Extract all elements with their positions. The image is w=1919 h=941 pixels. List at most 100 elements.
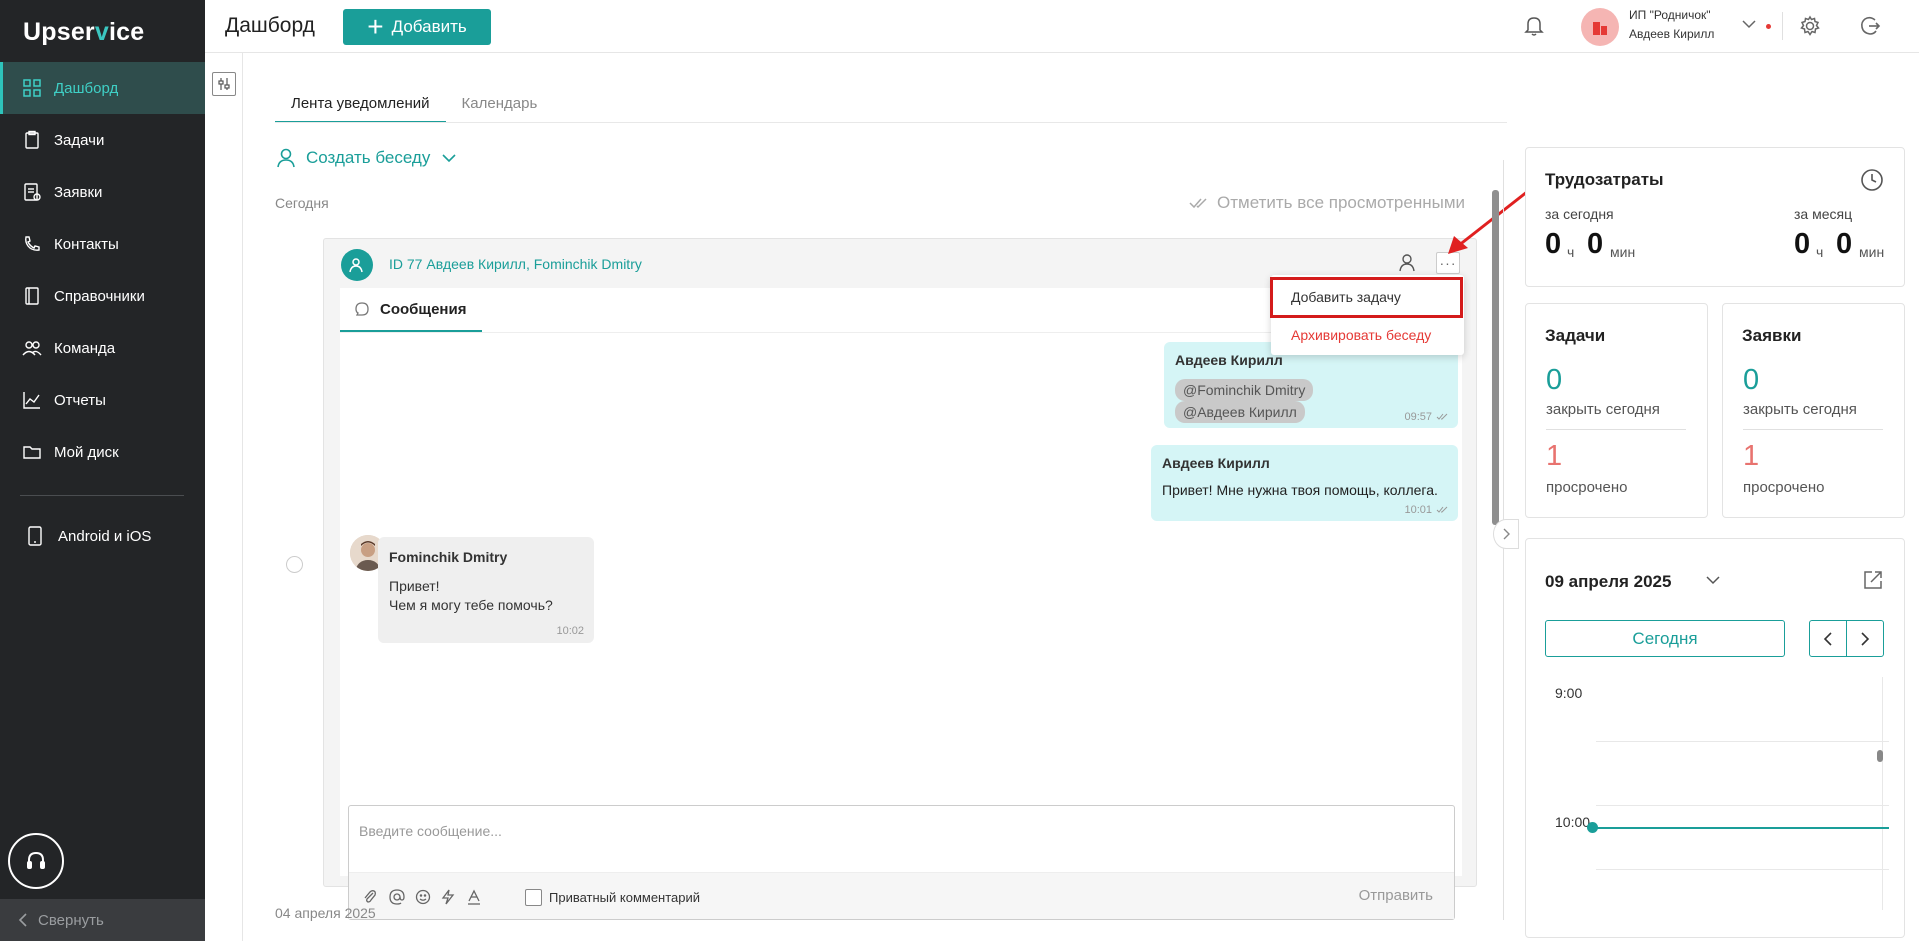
sidebar-item-my-disk[interactable]: Мой диск bbox=[0, 426, 205, 478]
building-icon bbox=[1593, 22, 1607, 35]
sidebar-item-label: Команда bbox=[54, 339, 116, 357]
person-icon bbox=[349, 258, 363, 273]
message-time: 09:57 bbox=[1404, 411, 1448, 423]
gear-icon[interactable] bbox=[1799, 15, 1821, 37]
tab-messages[interactable]: Сообщения bbox=[340, 288, 482, 332]
conversation-avatar bbox=[341, 249, 373, 281]
app-logo[interactable]: Upservice bbox=[23, 18, 144, 47]
message-time: 10:01 bbox=[1404, 504, 1448, 516]
collapse-label: Свернуть bbox=[38, 911, 104, 929]
create-conversation-button[interactable]: Создать беседу bbox=[276, 147, 464, 169]
sidebar-item-team[interactable]: Команда bbox=[0, 322, 205, 374]
feed-scrollbar[interactable] bbox=[1492, 190, 1499, 525]
collapse-sidebar-button[interactable]: Свернуть bbox=[0, 899, 205, 941]
chevron-left-icon bbox=[1823, 631, 1832, 646]
chevron-down-icon[interactable] bbox=[1742, 19, 1756, 29]
org-name: ИП "Родничок" bbox=[1629, 8, 1711, 22]
sidebar-item-dashboard[interactable]: Дашборд bbox=[0, 62, 205, 114]
message-text: Чем я могу тебе помочь? bbox=[389, 597, 553, 613]
message-text: Привет! Мне нужна твоя помощь, коллега. bbox=[1162, 482, 1438, 498]
date-group-label: 04 апреля 2025 bbox=[275, 905, 376, 921]
sidebar-item-label: Задачи bbox=[54, 131, 105, 149]
sidebar-item-mobile-apps[interactable]: Android и iOS bbox=[0, 510, 205, 562]
conversation-title[interactable]: ID 77 Авдеев Кирилл, Fominchik Dmitry bbox=[389, 256, 642, 272]
chevron-left-icon bbox=[18, 913, 27, 927]
at-sign-icon[interactable] bbox=[389, 889, 405, 905]
feed-tabs: Лента уведомлений Календарь bbox=[275, 92, 553, 123]
mention-chip[interactable]: @Fominchik Dmitry bbox=[1175, 379, 1314, 401]
message-outgoing[interactable]: Авдеев Кирилл Привет! Мне нужна твоя пом… bbox=[1151, 445, 1458, 521]
person-icon bbox=[277, 148, 295, 168]
requests-overdue-count[interactable]: 1 bbox=[1743, 440, 1759, 473]
messages-tab-label: Сообщения bbox=[380, 300, 467, 318]
calendar-nav bbox=[1809, 620, 1884, 657]
private-comment-checkbox[interactable] bbox=[525, 889, 542, 906]
clock-icon[interactable] bbox=[1860, 168, 1884, 192]
requests-close-today-count[interactable]: 0 bbox=[1743, 364, 1759, 397]
message-incoming[interactable]: Fominchik Dmitry Привет! Чем я могу тебе… bbox=[378, 537, 594, 643]
tasks-close-today-count[interactable]: 0 bbox=[1546, 364, 1562, 397]
dashboard-icon bbox=[23, 79, 41, 97]
minutes-unit: мин bbox=[1610, 244, 1636, 260]
calendar-date[interactable]: 09 апреля 2025 bbox=[1545, 572, 1671, 592]
calendar-today-button[interactable]: Сегодня bbox=[1545, 620, 1785, 657]
sidebar-item-reports[interactable]: Отчеты bbox=[0, 374, 205, 426]
mobile-icon bbox=[28, 526, 42, 546]
message-composer: Введите сообщение... Приватный комментар… bbox=[348, 805, 1455, 920]
sidebar-item-requests[interactable]: Заявки bbox=[0, 166, 205, 218]
hours-unit: ч bbox=[1567, 244, 1575, 260]
page-title: Дашборд bbox=[225, 14, 315, 37]
select-message-radio[interactable] bbox=[286, 556, 303, 573]
user-name: Авдеев Кирилл bbox=[1629, 27, 1715, 41]
paperclip-icon[interactable] bbox=[363, 889, 377, 905]
right-panel-toggle[interactable] bbox=[1493, 519, 1519, 549]
tab-notifications[interactable]: Лента уведомлений bbox=[275, 92, 446, 123]
team-icon bbox=[22, 341, 42, 356]
sidebar-item-directories[interactable]: Справочники bbox=[0, 270, 205, 322]
bell-icon[interactable] bbox=[1524, 15, 1544, 37]
tasks-overdue-count[interactable]: 1 bbox=[1546, 440, 1562, 473]
send-button[interactable]: Отправить bbox=[1359, 887, 1433, 904]
calendar-next-button[interactable] bbox=[1847, 621, 1883, 656]
external-link-icon[interactable] bbox=[1862, 569, 1884, 591]
menu-item-archive[interactable]: Архивировать беседу bbox=[1291, 327, 1431, 343]
add-button[interactable]: + Добавить bbox=[343, 9, 491, 45]
filter-settings-button[interactable] bbox=[212, 72, 236, 96]
sidebar-item-label: Android и iOS bbox=[58, 527, 152, 545]
tab-calendar[interactable]: Календарь bbox=[446, 92, 554, 123]
hours-unit: ч bbox=[1816, 244, 1824, 260]
mark-all-read-button[interactable]: Отметить все просмотренными bbox=[1189, 193, 1465, 213]
sidebar-item-label: Дашборд bbox=[54, 79, 119, 97]
message-author: Авдеев Кирилл bbox=[1162, 455, 1270, 471]
calendar-prev-button[interactable] bbox=[1810, 621, 1847, 656]
current-time-line bbox=[1592, 827, 1889, 829]
requests-icon bbox=[24, 183, 41, 201]
lightning-icon[interactable] bbox=[441, 889, 455, 905]
logout-icon[interactable] bbox=[1859, 15, 1881, 37]
current-time-dot bbox=[1587, 822, 1598, 833]
text-format-icon[interactable] bbox=[467, 889, 481, 905]
calendar-grid-edge bbox=[1882, 677, 1883, 910]
sidebar-item-contacts[interactable]: Контакты bbox=[0, 218, 205, 270]
double-check-icon bbox=[1436, 413, 1448, 420]
private-comment-label: Приватный комментарий bbox=[549, 890, 701, 905]
requests-overdue-label: просрочено bbox=[1743, 479, 1825, 496]
header-separator bbox=[1782, 12, 1783, 40]
tasks-card[interactable]: Задачи 0 закрыть сегодня 1 просрочено bbox=[1525, 303, 1708, 518]
sidebar-nav: Дашборд Задачи Заявки Контакты Справочни… bbox=[0, 62, 205, 478]
requests-card[interactable]: Заявки 0 закрыть сегодня 1 просрочено bbox=[1722, 303, 1905, 518]
sidebar-item-tasks[interactable]: Задачи bbox=[0, 114, 205, 166]
message-input[interactable]: Введите сообщение... bbox=[359, 823, 502, 839]
folder-icon bbox=[23, 446, 41, 459]
calendar-grid-line bbox=[1596, 869, 1889, 870]
mention-chip[interactable]: @Авдеев Кирилл bbox=[1175, 401, 1305, 423]
participants-icon[interactable] bbox=[1398, 253, 1418, 273]
chevron-down-icon[interactable] bbox=[1706, 575, 1720, 585]
support-button[interactable] bbox=[8, 833, 64, 889]
org-avatar[interactable] bbox=[1581, 8, 1619, 46]
emoji-icon[interactable] bbox=[415, 889, 431, 905]
calendar-grid-line bbox=[1596, 741, 1889, 742]
date-group-label: Сегодня bbox=[275, 195, 329, 211]
calendar-scrollbar[interactable] bbox=[1877, 750, 1883, 762]
labor-month-minutes: 0 bbox=[1836, 228, 1853, 260]
